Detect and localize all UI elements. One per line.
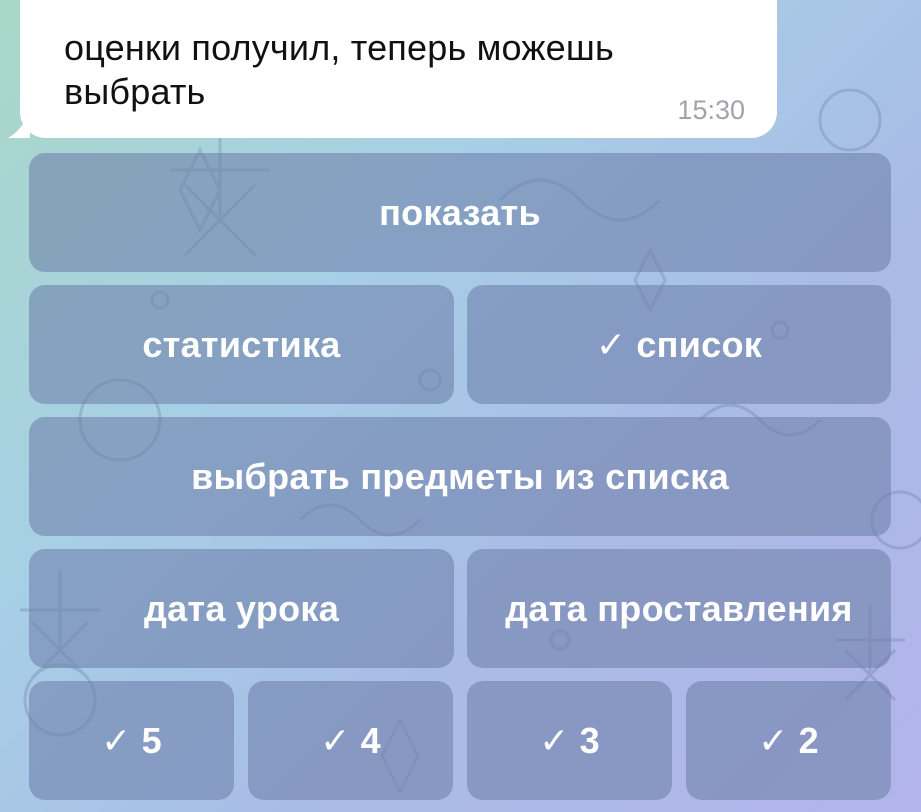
lesson-date-button-label: дата урока xyxy=(143,587,340,629)
check-icon: ✓ xyxy=(758,719,789,761)
grade-4-label: 4 xyxy=(360,719,381,761)
statistics-button[interactable]: статистика xyxy=(29,285,454,404)
message-text: оценки получил, теперь можешь выбрать xyxy=(64,27,614,112)
set-date-button-label: дата проставления xyxy=(505,587,853,629)
choose-subjects-button-label: выбрать предметы из списка xyxy=(191,455,729,497)
grade-5-button[interactable]: ✓ 5 xyxy=(29,681,234,800)
show-button-label: показать xyxy=(379,191,541,233)
statistics-button-label: статистика xyxy=(142,323,341,365)
grade-4-button[interactable]: ✓ 4 xyxy=(248,681,453,800)
lesson-date-button[interactable]: дата урока xyxy=(29,549,454,668)
show-button[interactable]: показать xyxy=(29,153,891,272)
grade-2-label: 2 xyxy=(798,719,819,761)
grade-3-button[interactable]: ✓ 3 xyxy=(467,681,672,800)
message-time: 15:30 xyxy=(677,95,745,125)
check-icon: ✓ xyxy=(101,719,132,761)
grade-2-button[interactable]: ✓ 2 xyxy=(686,681,891,800)
check-icon: ✓ xyxy=(595,323,627,365)
message-bubble: оценки получил, теперь можешь выбрать 15… xyxy=(20,0,777,138)
list-button-label: список xyxy=(636,323,763,365)
choose-subjects-button[interactable]: выбрать предметы из списка xyxy=(29,417,891,536)
list-button[interactable]: ✓ список xyxy=(467,285,891,404)
bubble-tail xyxy=(8,112,30,138)
check-icon: ✓ xyxy=(539,719,570,761)
set-date-button[interactable]: дата проставления xyxy=(467,549,891,668)
grade-3-label: 3 xyxy=(579,719,600,761)
grade-5-label: 5 xyxy=(141,719,162,761)
check-icon: ✓ xyxy=(320,719,351,761)
